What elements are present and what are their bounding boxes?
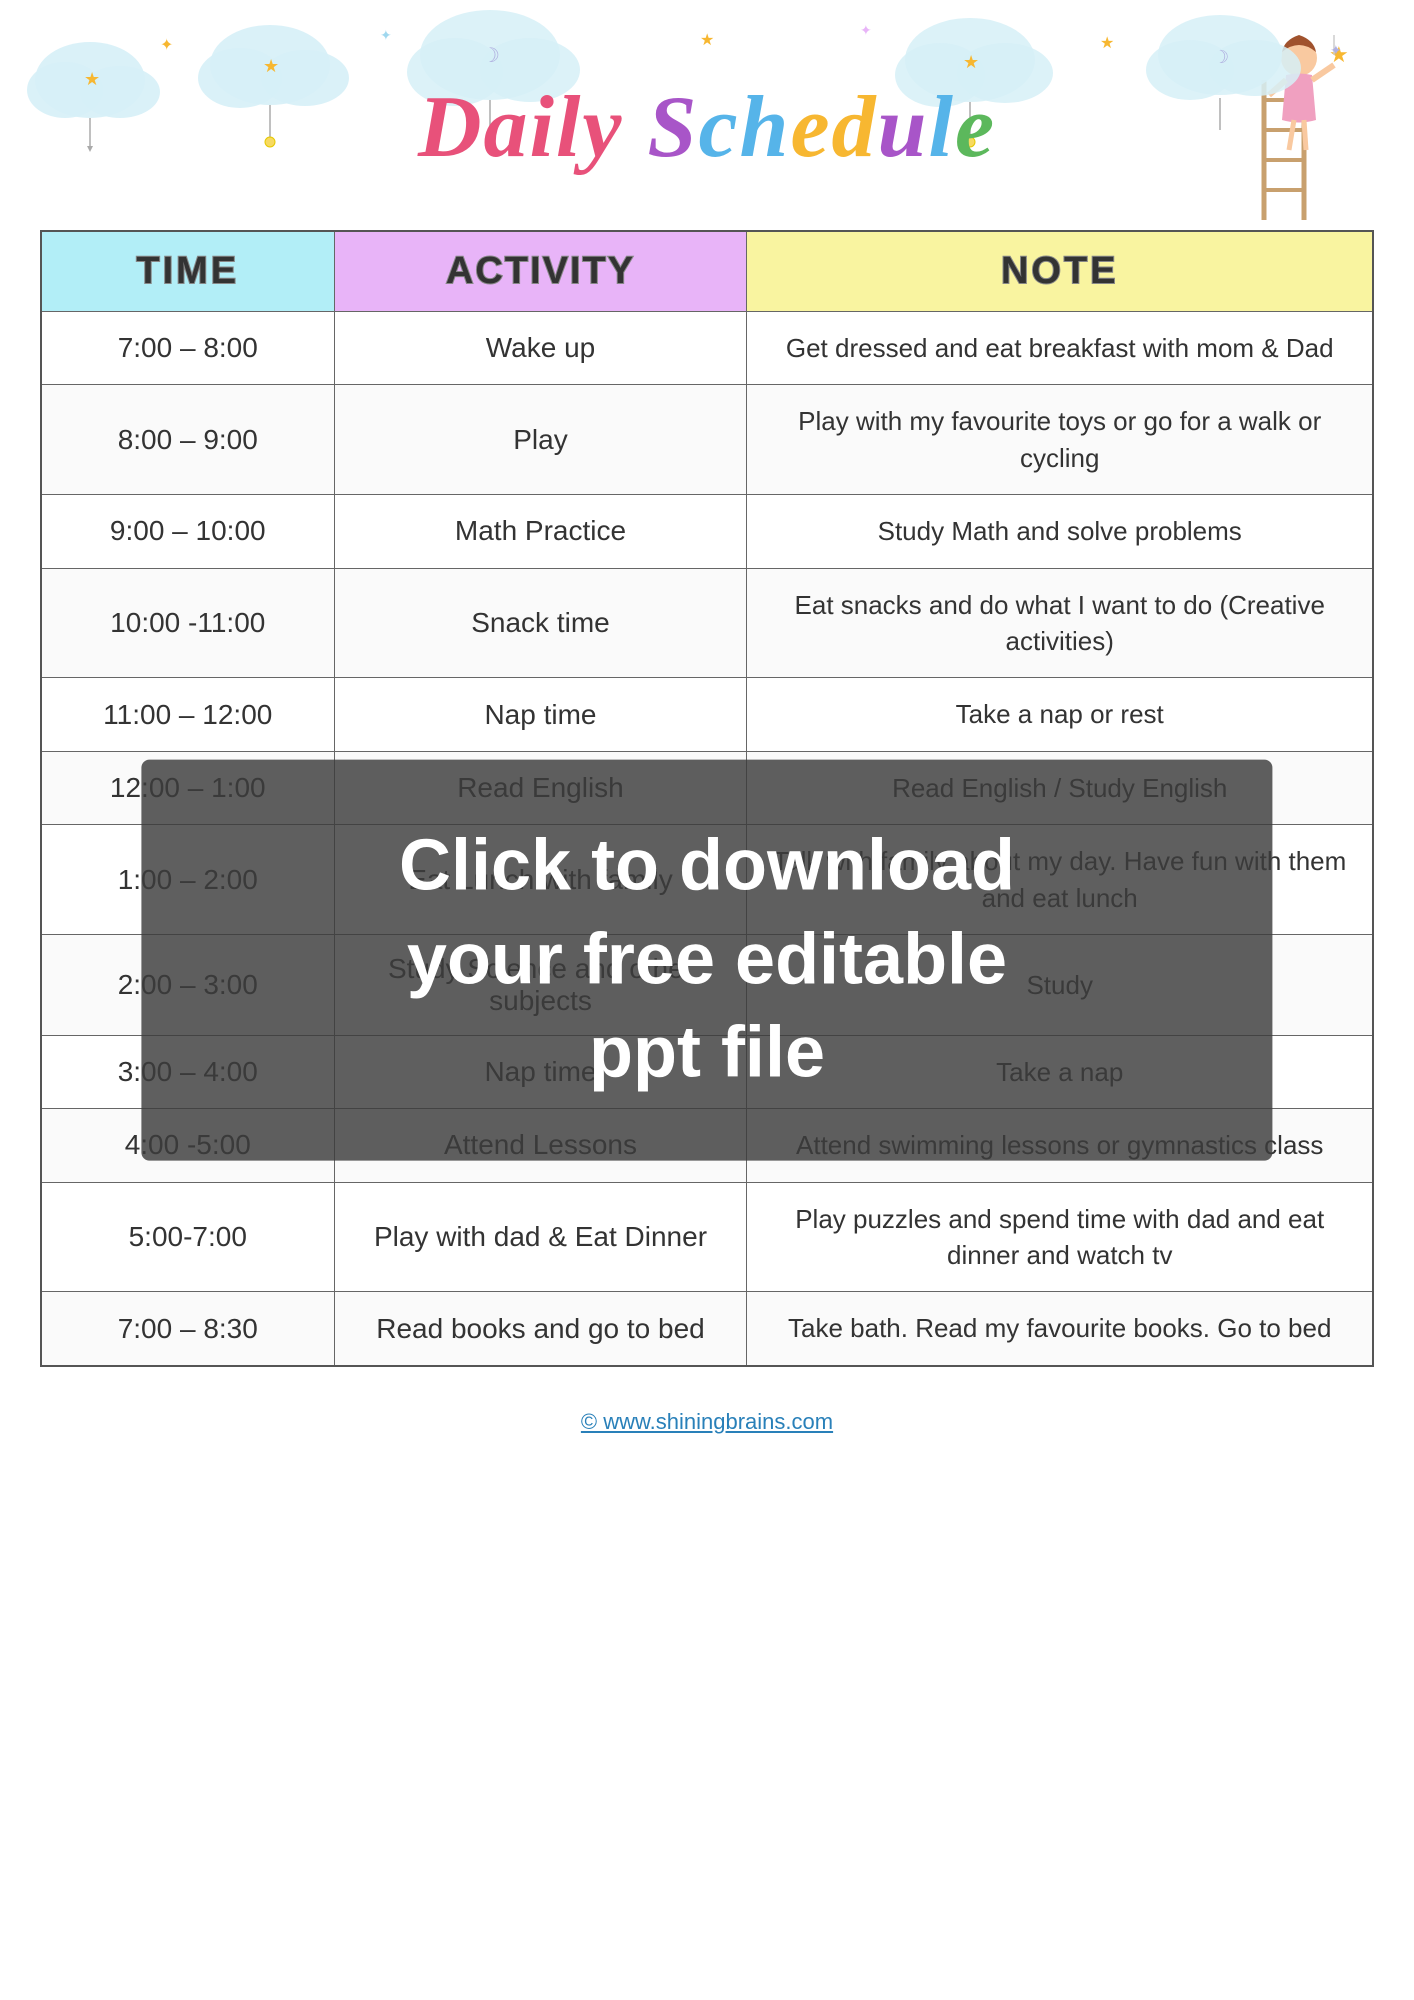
- cell-activity: Study Science and other subjects: [334, 934, 747, 1035]
- table-row: 2:00 – 3:00Study Science and other subje…: [41, 934, 1373, 1035]
- cell-note: Study: [747, 934, 1373, 1035]
- cell-time: 12:00 – 1:00: [41, 751, 334, 824]
- cell-note: Take a nap or rest: [747, 678, 1373, 751]
- cell-activity: Nap time: [334, 678, 747, 751]
- table-row: 9:00 – 10:00Math PracticeStudy Math and …: [41, 495, 1373, 568]
- schedule-table: TIME ACTIVITY NOTE 7:00 – 8:00Wake upGet…: [40, 230, 1374, 1367]
- table-row: 11:00 – 12:00Nap timeTake a nap or rest: [41, 678, 1373, 751]
- cell-time: 1:00 – 2:00: [41, 825, 334, 935]
- cell-time: 5:00-7:00: [41, 1182, 334, 1292]
- cell-time: 7:00 – 8:00: [41, 312, 334, 385]
- table-header-row: TIME ACTIVITY NOTE: [41, 231, 1373, 312]
- cell-activity: Read English: [334, 751, 747, 824]
- svg-text:✦: ✦: [860, 22, 872, 38]
- table-row: 8:00 – 9:00PlayPlay with my favourite to…: [41, 385, 1373, 495]
- table-row: 3:00 – 4:00Nap timeTake a nap: [41, 1035, 1373, 1108]
- cell-time: 7:00 – 8:30: [41, 1292, 334, 1366]
- table-row: 10:00 -11:00Snack timeEat snacks and do …: [41, 568, 1373, 678]
- table-row: 12:00 – 1:00Read EnglishRead English / S…: [41, 751, 1373, 824]
- cell-activity: Nap time: [334, 1035, 747, 1108]
- cell-activity: Wake up: [334, 312, 747, 385]
- schedule-table-container: TIME ACTIVITY NOTE 7:00 – 8:00Wake upGet…: [40, 230, 1374, 1367]
- header-note: NOTE: [747, 231, 1373, 312]
- table-row: 7:00 – 8:00Wake upGet dressed and eat br…: [41, 312, 1373, 385]
- table-row: 7:00 – 8:30Read books and go to bedTake …: [41, 1292, 1373, 1366]
- cell-activity: Play: [334, 385, 747, 495]
- header: ★ ★ ☽ ★ ☽ ✦ ✦ ★ ✦ ★ ✦: [0, 0, 1414, 220]
- website-link[interactable]: © www.shiningbrains.com: [581, 1409, 833, 1434]
- footer: © www.shiningbrains.com: [0, 1397, 1414, 1455]
- cell-note: Get dressed and eat breakfast with mom &…: [747, 312, 1373, 385]
- cell-time: 4:00 -5:00: [41, 1109, 334, 1182]
- table-row: 4:00 -5:00Attend LessonsAttend swimming …: [41, 1109, 1373, 1182]
- cell-note: Talk with family about my day. Have fun …: [747, 825, 1373, 935]
- cell-note: Take a nap: [747, 1035, 1373, 1108]
- cell-time: 11:00 – 12:00: [41, 678, 334, 751]
- cell-note: Attend swimming lessons or gymnastics cl…: [747, 1109, 1373, 1182]
- header-time: TIME: [41, 231, 334, 312]
- svg-text:★: ★: [1100, 35, 1114, 52]
- cell-activity: Attend Lessons: [334, 1109, 747, 1182]
- cell-note: Play puzzles and spend time with dad and…: [747, 1182, 1373, 1292]
- cell-time: 2:00 – 3:00: [41, 934, 334, 1035]
- cell-time: 10:00 -11:00: [41, 568, 334, 678]
- cell-note: Study Math and solve problems: [747, 495, 1373, 568]
- title-daily: Daily: [418, 79, 624, 176]
- header-activity: ACTIVITY: [334, 231, 747, 312]
- cell-time: 9:00 – 10:00: [41, 495, 334, 568]
- table-row: 1:00 – 2:00Eat Lunch with familyTalk wit…: [41, 825, 1373, 935]
- svg-text:★: ★: [700, 32, 714, 49]
- cell-activity: Play with dad & Eat Dinner: [334, 1182, 747, 1292]
- table-row: 5:00-7:00Play with dad & Eat DinnerPlay …: [41, 1182, 1373, 1292]
- svg-text:✦: ✦: [1330, 42, 1342, 58]
- cell-time: 3:00 – 4:00: [41, 1035, 334, 1108]
- svg-text:✦: ✦: [160, 37, 173, 54]
- cell-time: 8:00 – 9:00: [41, 385, 334, 495]
- cell-note: Read English / Study English: [747, 751, 1373, 824]
- svg-text:✦: ✦: [380, 27, 392, 43]
- cell-activity: Read books and go to bed: [334, 1292, 747, 1366]
- cell-note: Eat snacks and do what I want to do (Cre…: [747, 568, 1373, 678]
- cell-note: Take bath. Read my favourite books. Go t…: [747, 1292, 1373, 1366]
- cell-activity: Eat Lunch with family: [334, 825, 747, 935]
- cell-note: Play with my favourite toys or go for a …: [747, 385, 1373, 495]
- page-title: Daily Schedule: [40, 60, 1374, 187]
- cell-activity: Math Practice: [334, 495, 747, 568]
- cell-activity: Snack time: [334, 568, 747, 678]
